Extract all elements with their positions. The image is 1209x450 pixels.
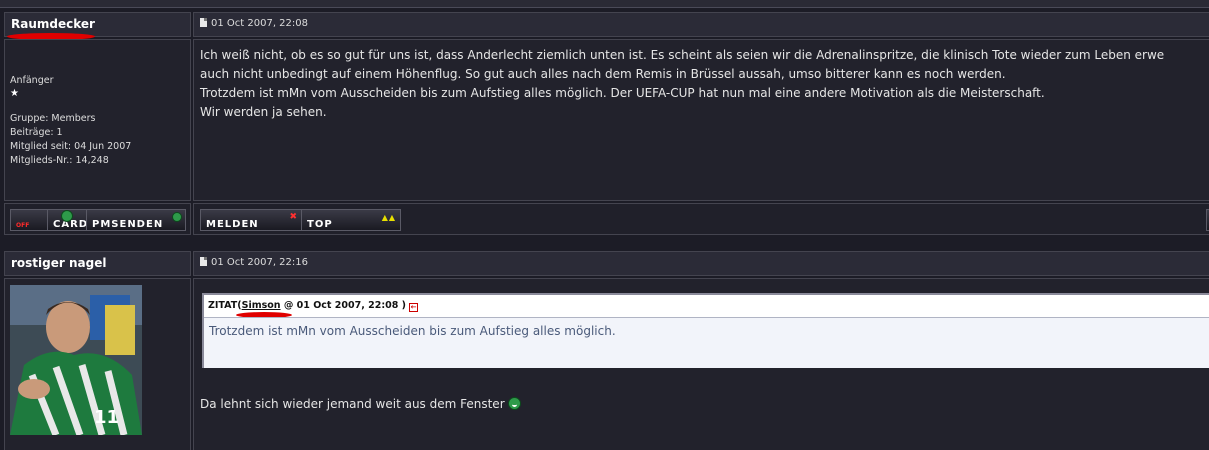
quote-suffix: @ 01 Oct 2007, 22:08 ) [280, 300, 407, 311]
post1-member-since: Mitglied seit: 04 Jun 2007 [10, 141, 132, 152]
offline-label: OFF [16, 222, 30, 229]
post1-date-cell: 01 Oct 2007, 22:08 [193, 12, 1209, 37]
quote-author[interactable]: Simson [242, 300, 281, 311]
post1-date: 01 Oct 2007, 22:08 [200, 18, 308, 29]
quote-header: ZITAT(Simson @ 01 Oct 2007, 22:08 ) ← [208, 300, 419, 312]
post1-posts-count: Beiträge: 1 [10, 127, 63, 138]
pm-send-button[interactable]: PMSENDEN [86, 209, 186, 231]
document-icon [200, 257, 207, 266]
post1-author-cell: Raumdecker [4, 12, 191, 40]
post1-member-no: Mitglieds-Nr.: 14,248 [10, 155, 109, 166]
post2-profile-cell: 11 [4, 278, 191, 450]
top-button[interactable]: TOP ▲▲ [301, 209, 401, 231]
post1-rank: Anfänger [10, 75, 54, 86]
report-label: MELDEN [206, 219, 259, 230]
online-status-button[interactable]: OFF [10, 209, 48, 231]
card-smiley-icon [61, 210, 73, 222]
pm-send-label: PMSENDEN [92, 219, 164, 230]
document-icon [200, 18, 207, 27]
top-arrows-icon: ▲▲ [381, 213, 396, 222]
post2-author-name[interactable]: rostiger nagel [11, 256, 106, 270]
post1-date-text: 01 Oct 2007, 22:08 [211, 18, 308, 29]
report-button[interactable]: MELDEN ✖ [200, 209, 302, 231]
post1-left-button-bar: OFF CARD PMSENDEN [4, 203, 191, 235]
post1-line-4: Wir werden ja sehen. [200, 105, 327, 119]
post1-profile-cell: Anfänger ★ Gruppe: Members Beiträge: 1 M… [4, 39, 191, 201]
post1-line-2: auch nicht unbedingt auf einem Höhenflug… [200, 67, 1006, 81]
post1-profile: Anfänger ★ Gruppe: Members Beiträge: 1 M… [10, 74, 131, 168]
pm-smiley-icon [172, 212, 182, 222]
quote-prefix: ZITAT( [208, 300, 242, 311]
quote-text: Trotzdem ist mMn vom Ausscheiden bis zum… [209, 324, 616, 338]
post2-date-text: 01 Oct 2007, 22:16 [211, 257, 308, 268]
post2-reply: Da lehnt sich wieder jemand weit aus dem… [200, 397, 505, 411]
top-edge [0, 0, 1209, 8]
post1-group: Gruppe: Members [10, 113, 96, 124]
post2-author-cell: rostiger nagel [4, 251, 191, 276]
post1-line-1: Ich weiß nicht, ob es so gut für uns ist… [200, 48, 1165, 62]
post2-date-cell: 01 Oct 2007, 22:16 [193, 251, 1209, 276]
quote-link-icon[interactable]: ← [409, 303, 419, 312]
post1-body-cell: Ich weiß nicht, ob es so gut für uns ist… [193, 39, 1209, 201]
avatar: 11 [10, 285, 142, 435]
avatar-image: 11 [10, 285, 142, 435]
report-alert-icon: ✖ [289, 212, 298, 222]
post2-body-cell: ZITAT(Simson @ 01 Oct 2007, 22:08 ) ← Tro… [193, 278, 1209, 450]
svg-text:11: 11 [94, 407, 119, 428]
post1-message: Ich weiß nicht, ob es so gut für uns ist… [200, 46, 1209, 122]
post2-date: 01 Oct 2007, 22:16 [200, 257, 308, 268]
post1-line-3: Trotzdem ist mMn vom Ausscheiden bis zum… [200, 86, 1045, 100]
card-button[interactable]: CARD [47, 209, 87, 231]
post2-message: Da lehnt sich wieder jemand weit aus dem… [200, 397, 521, 411]
quote-box: ZITAT(Simson @ 01 Oct 2007, 22:08 ) ← Tro… [202, 293, 1209, 368]
rank-star-icon: ★ [10, 88, 19, 99]
post1-right-button-bar: MELDEN ✖ TOP ▲▲ [193, 203, 1209, 235]
top-label: TOP [307, 219, 333, 230]
post1-author-name[interactable]: Raumdecker [11, 17, 95, 31]
green-smiley-icon [507, 397, 521, 410]
